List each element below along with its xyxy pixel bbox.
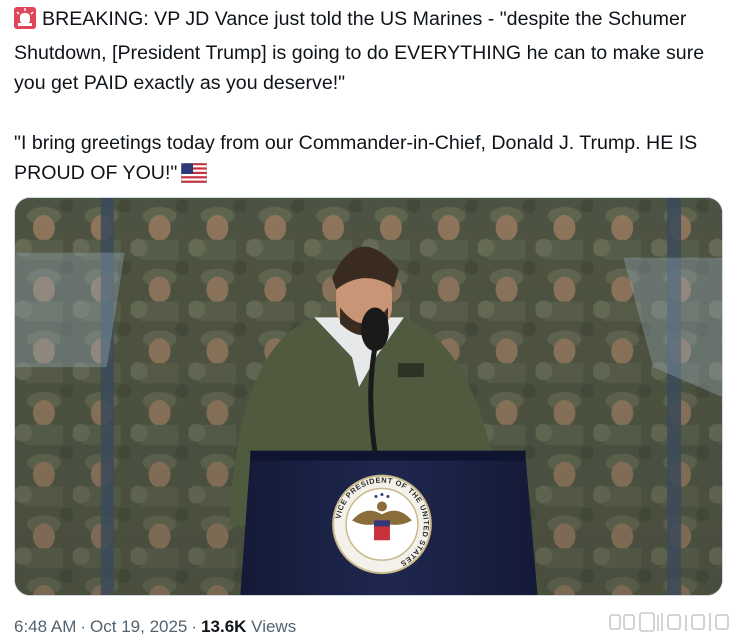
right-pole [667,198,682,595]
meta-separator: · [80,617,87,636]
us-flag-icon [180,162,208,192]
tweet-media-image[interactable]: VICE PRESIDENT OF THE UNITED STATES [14,197,723,596]
tweet-time[interactable]: 6:48 AM [14,617,76,636]
tweet-metadata: 6:48 AM · Oct 19, 2025 · 13.6K Views [14,616,296,638]
views-count: 13.6K [201,617,247,636]
left-glass-panel [15,252,125,368]
views-label: Views [251,617,297,636]
vice-presidential-seal: VICE PRESIDENT OF THE UNITED STATES [332,474,432,575]
tweet-date[interactable]: Oct 19, 2025 [90,617,187,636]
police-car-light-icon [14,7,36,38]
tweet-paragraph-2: "I bring greetings today from our Comman… [14,128,729,192]
speech-photo: VICE PRESIDENT OF THE UNITED STATES [15,198,722,595]
meta-separator: · [191,617,198,636]
tweet-paragraph-1: BREAKING: VP JD Vance just told the US M… [14,7,705,94]
tweet-text: BREAKING: VP JD Vance just told the US M… [14,4,729,192]
watermark-logo [608,609,732,637]
